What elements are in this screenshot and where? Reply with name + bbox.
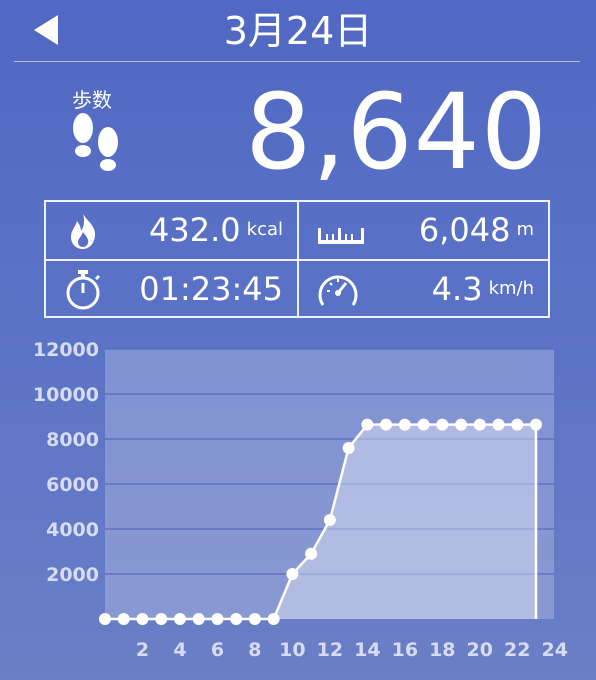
calories-cell: 432.0 kcal — [46, 202, 297, 259]
chart-data-point — [248, 613, 261, 625]
x-tick-label: 2 — [136, 639, 149, 661]
chart-data-point — [267, 613, 280, 625]
y-tick-label: 4000 — [46, 519, 99, 541]
steps-value: 8,640 — [245, 71, 548, 193]
y-tick-label: 2000 — [46, 564, 99, 586]
calories-value: 432.0 — [149, 211, 241, 249]
x-tick-label: 16 — [392, 639, 418, 661]
calories-value-group: 432.0 kcal — [149, 210, 283, 250]
y-tick-label: 10000 — [33, 384, 99, 406]
y-tick-label: 6000 — [46, 474, 99, 496]
x-tick-label: 12 — [317, 639, 343, 661]
distance-unit: m — [516, 219, 534, 240]
x-tick-label: 22 — [504, 639, 530, 661]
header: 3月24日 — [0, 0, 596, 62]
page-title: 3月24日 — [223, 9, 373, 53]
steps-chart: 200040006000800010000120002 4 6 8 10 12 14 16 18… — [33, 339, 568, 661]
chart-data-point — [530, 418, 542, 431]
distance-value-group: 6,048 m — [419, 210, 534, 250]
x-tick-label: 24 — [542, 639, 568, 661]
header-divider — [14, 61, 580, 62]
chart-data-point — [417, 418, 430, 431]
stats-panel: 432.0 kcal 6,048 m 01:23:45 4.3 km/h — [44, 200, 550, 318]
calories-unit: kcal — [246, 219, 283, 240]
speed-unit: km/h — [488, 278, 534, 299]
chart-data-point — [398, 418, 411, 431]
chart-data-point — [155, 613, 168, 625]
chart-data-point — [192, 613, 205, 625]
x-tick-label: 6 — [211, 639, 224, 661]
speed-value-group: 4.3 km/h — [432, 269, 534, 309]
time-cell: 01:23:45 — [46, 261, 297, 318]
distance-value: 6,048 — [418, 211, 511, 249]
x-tick-label: 14 — [354, 639, 380, 661]
ruler-icon — [317, 224, 365, 250]
y-tick-label: 12000 — [33, 339, 99, 361]
flame-icon — [66, 212, 100, 254]
y-tick-label: 8000 — [46, 429, 99, 451]
chart-data-point — [511, 418, 524, 431]
x-tick-label: 20 — [467, 639, 493, 661]
x-tick-label: 18 — [429, 639, 455, 661]
chart-data-point — [305, 547, 318, 560]
speed-cell: 4.3 km/h — [299, 261, 548, 318]
chart-data-point — [211, 613, 224, 625]
chart-data-point — [323, 514, 336, 526]
chart-data-point — [230, 613, 243, 625]
chart-data-point — [380, 418, 393, 431]
chart-data-point — [361, 418, 374, 431]
chart-data-point — [492, 418, 505, 431]
chart-data-point — [286, 568, 299, 580]
speedometer-icon — [315, 269, 361, 315]
time-value: 01:23:45 — [139, 270, 283, 308]
chart-data-point — [473, 418, 486, 431]
x-tick-label: 10 — [279, 639, 305, 661]
distance-cell: 6,048 m — [299, 202, 548, 259]
chart-data-point — [117, 613, 130, 625]
chart-data-point — [342, 442, 355, 454]
x-tick-label: 4 — [173, 639, 186, 661]
chart-data-point — [99, 613, 111, 625]
footprints-icon — [68, 112, 124, 186]
chart-data-point — [436, 418, 449, 431]
speed-value: 4.3 — [431, 270, 483, 308]
stopwatch-icon — [62, 269, 104, 315]
steps-label: 歩数 — [72, 88, 112, 112]
x-tick-label: 8 — [248, 639, 261, 661]
chart-data-point — [136, 613, 149, 625]
chart-data-point — [173, 613, 186, 625]
chart-data-point — [455, 418, 468, 431]
